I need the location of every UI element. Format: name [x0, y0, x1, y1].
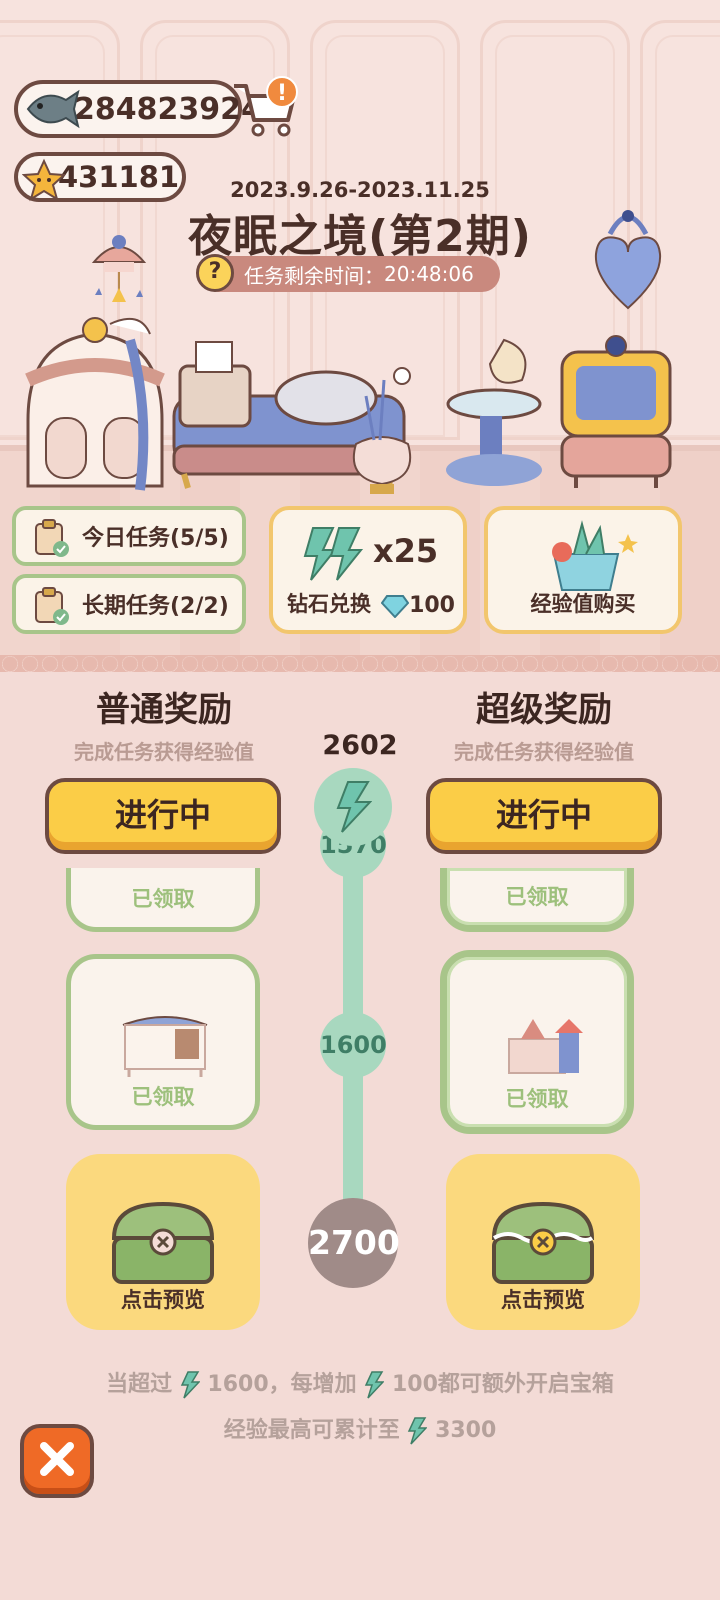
preview-label: 点击预览: [121, 1288, 205, 1312]
exp-bolt-icon: [336, 781, 372, 833]
vanity-furniture-icon: [122, 1016, 208, 1077]
fish-currency[interactable]: 284823924: [14, 80, 262, 138]
exp-purchase-label: 经验值购买: [530, 592, 636, 616]
clipboard-check-icon: [35, 519, 69, 557]
close-icon: [40, 1442, 74, 1476]
normal-reward-subtitle: 完成任务获得经验值: [74, 740, 254, 764]
birdcage-house: [25, 317, 165, 491]
super-reward-card[interactable]: 已领取: [440, 950, 634, 1134]
treasure-chest-icon: [111, 1201, 215, 1284]
fountain: [446, 338, 542, 486]
claimed-label: 已领取: [505, 885, 569, 909]
preview-label: 点击预览: [501, 1288, 585, 1312]
clipboard-check-icon: [35, 587, 69, 625]
gift-box-icon: [552, 520, 638, 591]
exp-bolt-icon: [365, 1371, 385, 1399]
diamond-icon: [381, 594, 410, 618]
exp-bolt-icon: [408, 1417, 428, 1445]
arcade-machine: [560, 335, 672, 488]
footer-text: 100都可额外开启宝箱: [392, 1372, 614, 1397]
exp-purchase-card[interactable]: 经验值购买: [484, 506, 682, 634]
timer-pill: 任务剩余时间： 20:48:06: [200, 256, 500, 292]
footer-note-line2: 经验最高可累计至 3300: [0, 1412, 720, 1445]
exp-bolt-icon: [180, 1371, 200, 1399]
normal-reward-card[interactable]: 已领取: [66, 954, 260, 1130]
next-milestone-marker: 2700: [308, 1198, 400, 1288]
milestone-marker: 1600: [320, 1012, 387, 1078]
claimed-label: 已领取: [131, 1085, 195, 1109]
long-term-tasks-button[interactable]: 长期任务(2/2): [12, 574, 246, 634]
timer-label: 任务剩余时间：: [244, 263, 384, 288]
footer-text: 3300: [435, 1418, 497, 1443]
super-reward-status-button[interactable]: 进行中: [426, 778, 662, 854]
event-dates: 2023.9.26-2023.11.25: [230, 178, 490, 202]
diamond-price: 100: [381, 593, 455, 618]
footer-text: 1600，每增加: [207, 1372, 357, 1397]
diamond-price-value: 100: [409, 593, 455, 618]
diamond-exchange-card[interactable]: x25 钻石兑换 100: [269, 506, 467, 634]
normal-chest-preview[interactable]: 点击预览: [66, 1154, 260, 1330]
fish-icon: [26, 89, 80, 129]
castle-furniture-icon: [508, 1019, 583, 1074]
normal-reward-card[interactable]: 已领取: [66, 868, 260, 932]
claimed-label: 已领取: [505, 1087, 569, 1111]
exp-bolt-bundle-icon: [303, 527, 364, 581]
flower-vase: [352, 367, 412, 494]
help-icon[interactable]: ?: [196, 254, 234, 292]
daily-tasks-label: 今日任务(5/5): [82, 526, 229, 551]
lace-divider: [0, 655, 720, 673]
normal-reward-status-button[interactable]: 进行中: [45, 778, 281, 854]
super-reward-subtitle: 完成任务获得经验值: [454, 740, 634, 764]
super-reward-title: 超级奖励: [476, 690, 612, 730]
normal-reward-title: 普通奖励: [96, 690, 232, 730]
claimed-label: 已领取: [131, 887, 195, 911]
current-exp-bubble: [314, 768, 392, 846]
footer-text: 当超过: [106, 1372, 173, 1397]
daily-tasks-button[interactable]: 今日任务(5/5): [12, 506, 246, 566]
long-term-tasks-label: 长期任务(2/2): [82, 594, 229, 619]
notification-badge: !: [266, 76, 298, 108]
close-button[interactable]: [20, 1424, 94, 1498]
exchange-quantity: x25: [373, 532, 439, 570]
current-exp-value: 2602: [322, 730, 398, 761]
footer-note-line1: 当超过 1600，每增加 100都可额外开启宝箱: [0, 1366, 720, 1399]
super-reward-card[interactable]: 已领取: [440, 868, 634, 932]
timer-value: 20:48:06: [384, 262, 474, 286]
footer-text: 经验最高可累计至: [223, 1418, 400, 1443]
super-treasure-chest-icon: [491, 1201, 595, 1284]
event-title: 夜眠之境(第2期): [188, 211, 532, 262]
super-chest-preview[interactable]: 点击预览: [446, 1154, 640, 1330]
